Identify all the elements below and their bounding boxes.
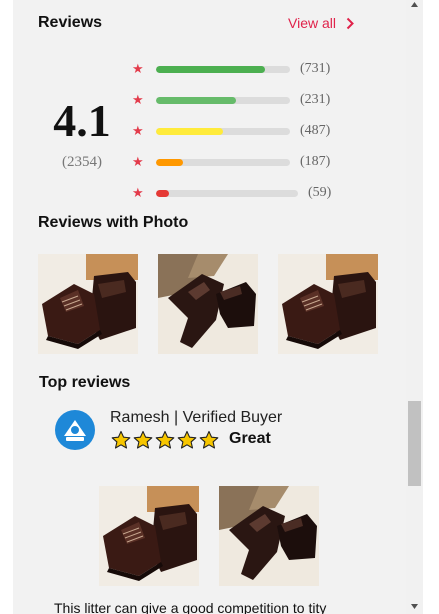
user-avatar-icon: [55, 410, 95, 450]
star-icon: [111, 430, 131, 450]
review-photo[interactable]: [38, 254, 138, 354]
review-star-rating: [111, 430, 219, 450]
rating-count: (59): [308, 185, 332, 200]
rating-bar-fill: [156, 190, 169, 197]
star-icon: ★: [132, 92, 144, 107]
shoe-photo-icon: [219, 486, 319, 586]
rating-bar-fill: [156, 159, 183, 166]
scroll-up-icon[interactable]: [409, 0, 420, 9]
rating-bar-fill: [156, 66, 265, 73]
star-icon: ★: [132, 154, 144, 169]
rating-bar-fill: [156, 128, 223, 135]
star-icon: ★: [132, 123, 144, 138]
scroll-down-icon[interactable]: [409, 602, 420, 611]
top-reviews-title: Top reviews: [39, 374, 131, 391]
view-all-link[interactable]: View all: [288, 15, 354, 31]
review-photo[interactable]: [219, 486, 319, 586]
reviewer-name: Ramesh | Verified Buyer: [110, 409, 283, 426]
review-photo[interactable]: [278, 254, 378, 354]
review-photo[interactable]: [158, 254, 258, 354]
reviews-with-photo-title: Reviews with Photo: [38, 214, 189, 231]
rating-bar-track: [156, 190, 298, 197]
shoe-photo-icon: [278, 254, 378, 354]
star-icon: [155, 430, 175, 450]
rating-bar-track: [156, 66, 290, 73]
rating-count: (231): [300, 92, 331, 107]
star-icon: [133, 430, 153, 450]
rating-bar-fill: [156, 97, 237, 104]
review-headline: Great: [229, 430, 271, 447]
star-icon: [199, 430, 219, 450]
rating-bar-track: [156, 159, 290, 166]
star-icon: ★: [132, 185, 144, 200]
rating-bar-track: [156, 128, 290, 135]
average-rating: 4.1: [53, 95, 111, 146]
rating-bar-track: [156, 97, 290, 104]
star-icon: [177, 430, 197, 450]
shoe-photo-icon: [158, 254, 258, 354]
chevron-right-icon: [346, 17, 354, 29]
review-text: This litter can give a good competition …: [54, 600, 327, 614]
rating-count: (487): [300, 123, 331, 138]
reviews-title: Reviews: [38, 14, 103, 31]
shoe-photo-icon: [99, 486, 199, 586]
rating-count: (731): [300, 61, 331, 76]
view-all-label: View all: [288, 15, 336, 31]
review-photo[interactable]: [99, 486, 199, 586]
shoe-photo-icon: [38, 254, 138, 354]
rating-count: (187): [300, 154, 331, 169]
star-icon: ★: [132, 61, 144, 76]
scrollbar[interactable]: [406, 0, 423, 614]
reviews-panel: Reviews View all 4.1 (2354) ★ (731) ★ (2…: [13, 0, 406, 614]
total-rating-count: (2354): [62, 154, 102, 170]
scrollbar-thumb[interactable]: [408, 401, 421, 486]
